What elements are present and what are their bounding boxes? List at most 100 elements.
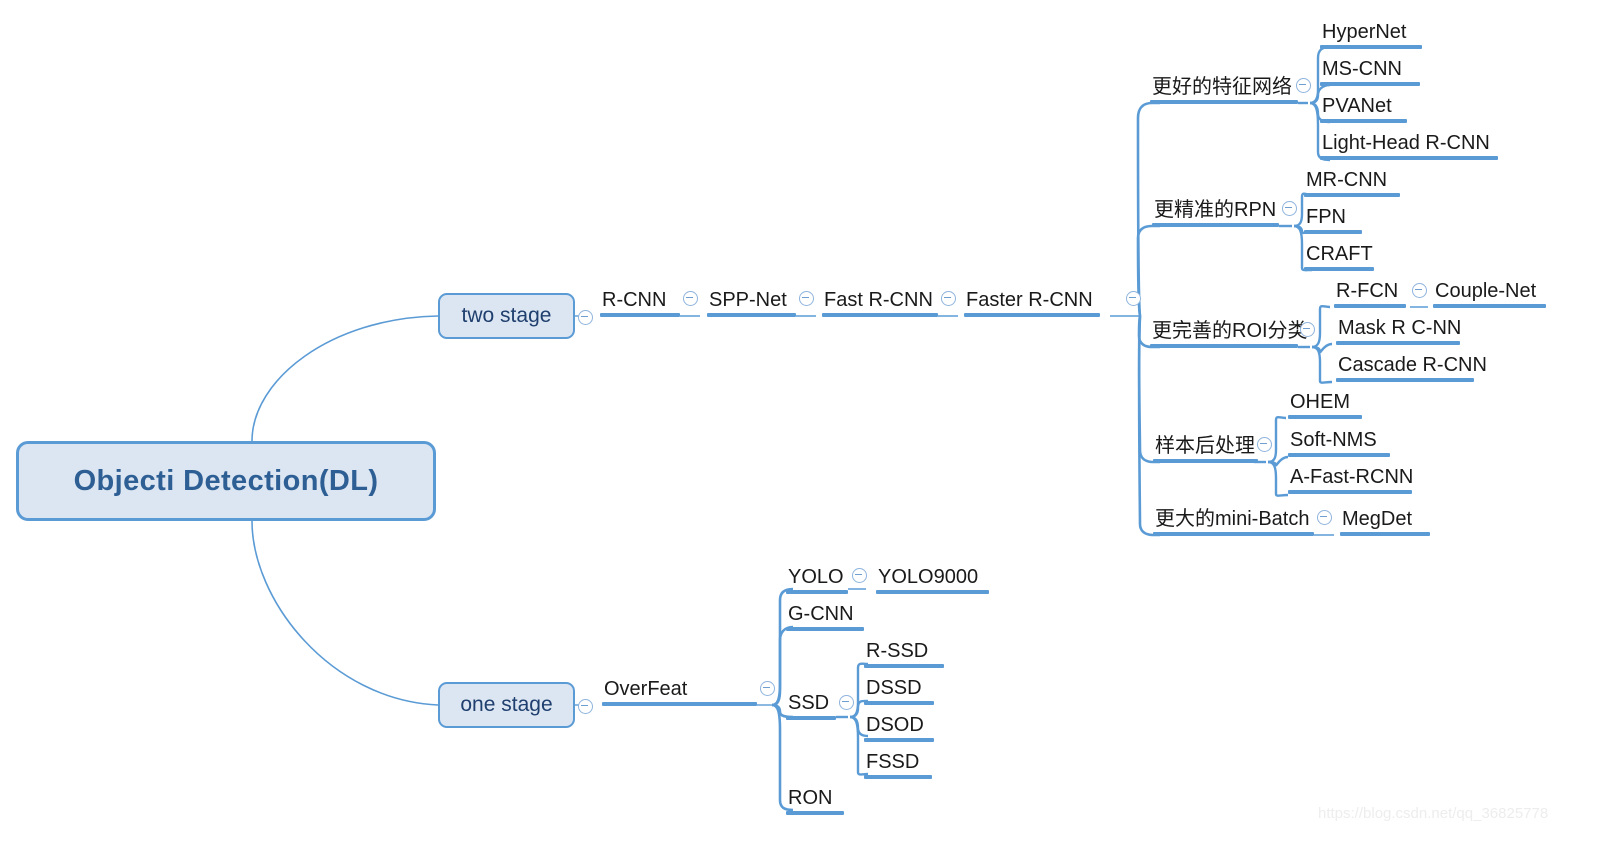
node-better-rpn-underline — [1152, 223, 1279, 227]
node-mr-cnn[interactable]: MR-CNN — [1304, 168, 1400, 197]
collapse-icon-fast-r-cnn[interactable] — [941, 291, 956, 306]
node-ssd[interactable]: SSD — [786, 691, 836, 720]
node-hypernet-label: HyperNet — [1322, 21, 1407, 43]
node-two-stage[interactable]: two stage — [438, 293, 575, 339]
node-light-head-r-cnn[interactable]: Light-Head R-CNN — [1320, 131, 1498, 160]
node-r-fcn[interactable]: R-FCN — [1334, 279, 1406, 308]
node-faster-r-cnn[interactable]: Faster R-CNN — [964, 288, 1100, 317]
node-g-cnn-underline — [786, 627, 864, 631]
node-megdet[interactable]: MegDet — [1340, 507, 1430, 536]
node-dsod[interactable]: DSOD — [864, 713, 934, 742]
collapse-icon-yolo[interactable] — [852, 568, 867, 583]
node-soft-nms[interactable]: Soft-NMS — [1288, 428, 1390, 457]
node-g-cnn[interactable]: G-CNN — [786, 602, 864, 631]
node-better-rpn[interactable]: 更精准的RPN — [1152, 198, 1279, 227]
node-r-cnn-underline — [600, 313, 680, 317]
node-yolo[interactable]: YOLO — [786, 565, 848, 594]
node-ssd-label: SSD — [788, 692, 830, 714]
node-dsod-label: DSOD — [866, 714, 924, 736]
node-better-feature-network[interactable]: 更好的特征网络 — [1150, 75, 1298, 104]
node-sample-postprocessing[interactable]: 样本后处理 — [1153, 434, 1258, 463]
node-better-feature-network-underline — [1150, 100, 1298, 104]
node-fssd-underline — [864, 775, 932, 779]
node-fpn-label: FPN — [1306, 206, 1346, 228]
node-cascade-r-cnn[interactable]: Cascade R-CNN — [1336, 353, 1489, 382]
node-fpn-underline — [1304, 230, 1362, 234]
node-fssd[interactable]: FSSD — [864, 750, 932, 779]
node-yolo9000-underline — [876, 590, 989, 594]
node-a-fast-rcnn-underline — [1288, 490, 1412, 494]
collapse-icon-two-stage[interactable] — [578, 310, 593, 325]
node-mask-r-c-nn-label: Mask R C-NN — [1338, 317, 1462, 339]
node-fast-r-cnn-label: Fast R-CNN — [824, 289, 933, 311]
node-r-ssd-underline — [864, 664, 944, 668]
node-pvanet-label: PVANet — [1322, 95, 1392, 117]
node-one-stage[interactable]: one stage — [438, 682, 575, 728]
node-r-cnn[interactable]: R-CNN — [600, 288, 680, 317]
node-better-roi-classification-label: 更完善的ROI分类 — [1152, 320, 1308, 342]
node-better-roi-classification[interactable]: 更完善的ROI分类 — [1150, 319, 1310, 348]
node-craft-label: CRAFT — [1306, 243, 1373, 265]
node-fssd-label: FSSD — [866, 751, 920, 773]
collapse-icon-overfeat[interactable] — [760, 681, 775, 696]
node-r-cnn-label: R-CNN — [602, 289, 667, 311]
node-ron[interactable]: RON — [786, 786, 844, 815]
collapse-icon-better-feature-network[interactable] — [1296, 78, 1311, 93]
node-dssd-label: DSSD — [866, 677, 922, 699]
collapse-icon-better-roi-classification[interactable] — [1300, 322, 1315, 337]
node-r-fcn-underline — [1334, 304, 1406, 308]
node-overfeat[interactable]: OverFeat — [602, 677, 757, 706]
node-better-rpn-label: 更精准的RPN — [1154, 199, 1277, 221]
node-yolo-label: YOLO — [788, 566, 844, 588]
node-fast-r-cnn-underline — [822, 313, 938, 317]
node-megdet-label: MegDet — [1342, 508, 1413, 530]
node-dssd-underline — [864, 701, 934, 705]
node-faster-r-cnn-label: Faster R-CNN — [966, 289, 1093, 311]
collapse-icon-larger-mini-batch[interactable] — [1317, 510, 1332, 525]
node-craft-underline — [1304, 267, 1374, 271]
node-mask-r-c-nn[interactable]: Mask R C-NN — [1336, 316, 1463, 345]
collapse-icon-one-stage[interactable] — [578, 699, 593, 714]
node-ms-cnn[interactable]: MS-CNN — [1320, 57, 1420, 86]
node-g-cnn-label: G-CNN — [788, 603, 854, 625]
node-spp-net[interactable]: SPP-Net — [707, 288, 796, 317]
node-mask-r-c-nn-underline — [1336, 341, 1460, 345]
node-fpn[interactable]: FPN — [1304, 205, 1362, 234]
node-pvanet[interactable]: PVANet — [1320, 94, 1407, 123]
node-couple-net-underline — [1433, 304, 1546, 308]
node-mr-cnn-underline — [1304, 193, 1400, 197]
node-hypernet-underline — [1320, 45, 1422, 49]
node-r-ssd[interactable]: R-SSD — [864, 639, 944, 668]
node-mr-cnn-label: MR-CNN — [1306, 169, 1388, 191]
node-yolo9000[interactable]: YOLO9000 — [876, 565, 989, 594]
node-ohem[interactable]: OHEM — [1288, 390, 1362, 419]
node-yolo9000-label: YOLO9000 — [878, 566, 979, 588]
node-sample-postprocessing-label: 样本后处理 — [1155, 435, 1255, 457]
collapse-icon-better-rpn[interactable] — [1282, 201, 1297, 216]
root-node[interactable]: Objecti Detection(DL) — [16, 441, 436, 521]
collapse-icon-r-cnn[interactable] — [683, 291, 698, 306]
node-couple-net[interactable]: Couple-Net — [1433, 279, 1546, 308]
watermark-text: https://blog.csdn.net/qq_36825778 — [1318, 805, 1549, 822]
collapse-icon-ssd[interactable] — [839, 695, 854, 710]
node-ron-underline — [786, 811, 844, 815]
node-larger-mini-batch[interactable]: 更大的mini-Batch — [1153, 507, 1314, 536]
node-overfeat-underline — [602, 702, 757, 706]
node-hypernet[interactable]: HyperNet — [1320, 20, 1422, 49]
node-soft-nms-label: Soft-NMS — [1290, 429, 1377, 451]
node-ms-cnn-underline — [1320, 82, 1420, 86]
node-larger-mini-batch-underline — [1153, 532, 1314, 536]
node-a-fast-rcnn[interactable]: A-Fast-RCNN — [1288, 465, 1415, 494]
node-pvanet-underline — [1320, 119, 1407, 123]
node-dsod-underline — [864, 738, 934, 742]
collapse-icon-sample-postprocessing[interactable] — [1257, 437, 1272, 452]
collapse-icon-r-fcn[interactable] — [1412, 283, 1427, 298]
node-better-roi-classification-underline — [1150, 344, 1298, 348]
node-fast-r-cnn[interactable]: Fast R-CNN — [822, 288, 938, 317]
node-craft[interactable]: CRAFT — [1304, 242, 1375, 271]
collapse-icon-spp-net[interactable] — [799, 291, 814, 306]
collapse-icon-faster-r-cnn[interactable] — [1126, 291, 1141, 306]
node-ssd-underline — [786, 716, 836, 720]
node-dssd[interactable]: DSSD — [864, 676, 934, 705]
node-light-head-r-cnn-label: Light-Head R-CNN — [1322, 132, 1490, 154]
